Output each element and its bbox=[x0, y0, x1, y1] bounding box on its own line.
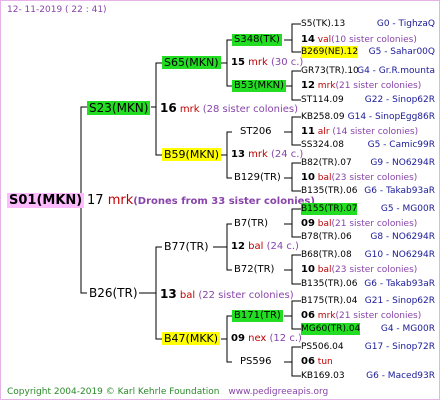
gen4-node-11: B135(TR).06 bbox=[301, 279, 358, 289]
gen4-node-13: MG60(TR).04 bbox=[301, 323, 361, 335]
gen4-info-0: G0 - TighzaQ bbox=[376, 19, 435, 29]
pedigree-chart: 12- 11-2019 ( 22 : 41) S01(MKN) 17 mrk(D… bbox=[0, 0, 440, 400]
gen4-info-8: G5 - MG00R bbox=[380, 204, 435, 214]
gen3-node-3: B129(TR) bbox=[234, 172, 281, 183]
gen2-node-3: B47(MKK) bbox=[162, 332, 221, 345]
gen2-node-1: B59(MKN) bbox=[162, 148, 222, 161]
gen3-info-5: 10 bal(23 sister colonies) bbox=[301, 264, 418, 275]
gen4-info-10: G10 - NO6294R bbox=[364, 250, 435, 260]
root-num: 17 bbox=[87, 193, 104, 208]
root-kind: mrk bbox=[107, 193, 134, 208]
gen3-info-3: 10 bal(23 sister colonies) bbox=[301, 172, 418, 183]
gen4-node-4: KB258.09 bbox=[301, 112, 345, 122]
gen2-info-1: 13 mrk (24 c.) bbox=[231, 149, 304, 160]
gen2-info-0: 15 mrk (30 c.) bbox=[231, 57, 304, 68]
gen1-info-1: 13 bal (22 sister colonies) bbox=[160, 287, 294, 301]
gen4-node-1: B269(NE).12 bbox=[301, 46, 359, 58]
copyright-text: Copyright 2004-2019 © Karl Kehrle Founda… bbox=[7, 387, 220, 397]
gen3-node-5: B72(TR) bbox=[234, 264, 275, 275]
gen3-info-0: 14 val(10 sister colonies) bbox=[301, 34, 417, 45]
site-link[interactable]: www.pedigreeapis.org bbox=[228, 387, 328, 397]
gen4-node-5: SS324.08 bbox=[301, 140, 344, 150]
gen4-node-8: B155(TR).07 bbox=[301, 203, 358, 215]
root-queen: S01(MKN) bbox=[7, 193, 85, 208]
gen1-info-0: 16 mrk (28 sister colonies) bbox=[160, 101, 298, 115]
gen1-node-0: S23(MKN) bbox=[87, 101, 151, 115]
gen4-info-9: G8 - NO6294R bbox=[370, 232, 435, 242]
gen4-node-6: B82(TR).07 bbox=[301, 158, 352, 168]
gen4-info-4: G14 - SinopEgg86R bbox=[347, 112, 435, 122]
gen1-node-1: B26(TR) bbox=[89, 286, 138, 300]
gen2-info-2: 12 bal (24 c.) bbox=[231, 241, 299, 252]
gen3-info-6: 06 mrk(21 sister colonies) bbox=[301, 310, 422, 321]
gen4-info-11: G6 - Takab93aR bbox=[364, 279, 435, 289]
gen3-node-6: B171(TR) bbox=[232, 310, 283, 322]
timestamp: 12- 11-2019 ( 22 : 41) bbox=[7, 5, 107, 15]
gen3-node-7: PS596 bbox=[240, 356, 272, 367]
gen3-info-1: 12 mrk(21 sister colonies) bbox=[301, 80, 422, 91]
gen4-node-10: B68(TR).08 bbox=[301, 250, 352, 260]
gen4-node-14: PS506.04 bbox=[301, 342, 344, 352]
gen4-info-12: G21 - Sinop62R bbox=[364, 296, 435, 306]
gen3-node-4: B7(TR) bbox=[234, 218, 269, 229]
footer: Copyright 2004-2019 © Karl Kehrle Founda… bbox=[7, 386, 328, 398]
gen4-info-13: G4 - MG00R bbox=[380, 324, 435, 334]
gen4-node-9: B78(TR).06 bbox=[301, 232, 352, 242]
gen4-info-6: G9 - NO6294R bbox=[370, 158, 435, 168]
gen3-node-1: B53(MKN) bbox=[232, 80, 287, 92]
gen4-node-15: KB169.03 bbox=[301, 371, 345, 381]
gen3-info-7: 06 tun bbox=[301, 356, 333, 367]
gen3-node-0: S348(TK) bbox=[232, 34, 282, 46]
root-drone-info: 17 mrk(Drones from 33 sister colonies) bbox=[87, 193, 315, 209]
gen4-info-7: G6 - Takab93aR bbox=[364, 186, 435, 196]
gen2-info-3: 09 nex (12 c.) bbox=[231, 333, 302, 344]
gen4-node-3: ST114.09 bbox=[301, 95, 344, 105]
gen2-node-0: S65(MKN) bbox=[162, 56, 221, 69]
gen4-node-0: S5(TK).13 bbox=[301, 19, 346, 29]
gen4-info-3: G22 - Sinop62R bbox=[364, 95, 435, 105]
gen4-node-12: B175(TR).04 bbox=[301, 296, 358, 306]
gen2-node-2: B77(TR) bbox=[164, 240, 209, 253]
gen4-info-2: G4 - Gr.R.mounta bbox=[357, 66, 435, 76]
gen3-info-2: 11 alr (14 sister colonies) bbox=[301, 126, 419, 137]
gen4-node-2: GR73(TR).10 bbox=[301, 66, 359, 76]
gen4-info-14: G17 - Sinop72R bbox=[364, 342, 435, 352]
gen4-node-7: B135(TR).06 bbox=[301, 186, 358, 196]
gen4-info-5: G5 - Camic99R bbox=[367, 140, 435, 150]
gen3-node-2: ST206 bbox=[240, 126, 272, 137]
gen4-info-1: G5 - Sahar00Q bbox=[368, 47, 435, 57]
root-note: (Drones from 33 sister colonies) bbox=[133, 196, 315, 207]
gen3-info-4: 09 bal(21 sister colonies) bbox=[301, 218, 418, 229]
gen4-info-15: G6 - Maced93R bbox=[366, 371, 435, 381]
